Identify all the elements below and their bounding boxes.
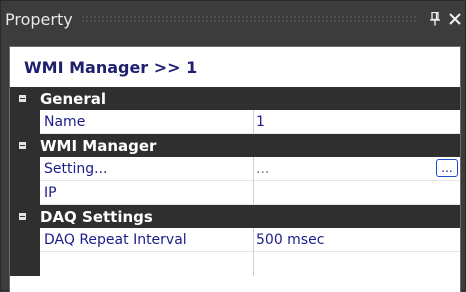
property-value[interactable]: 1 bbox=[254, 110, 460, 134]
property-row-setting[interactable]: Setting... ... ... bbox=[10, 157, 460, 181]
empty-cell bbox=[40, 252, 254, 276]
property-name: Setting... bbox=[40, 157, 254, 181]
property-grid-container: WMI Manager >> 1 General Name 1 WMI Mana… bbox=[9, 46, 461, 292]
property-value[interactable]: 500 msec bbox=[254, 228, 460, 252]
empty-cell bbox=[254, 252, 460, 276]
ellipsis-button[interactable]: ... bbox=[436, 159, 458, 177]
panel-title: Property bbox=[5, 9, 73, 29]
property-row-ip[interactable]: IP bbox=[10, 181, 460, 205]
titlebar-grip bbox=[80, 15, 417, 23]
row-gutter bbox=[10, 110, 40, 134]
row-gutter bbox=[10, 252, 40, 276]
selected-object-header: WMI Manager >> 1 bbox=[10, 47, 460, 88]
property-name: Name bbox=[40, 110, 254, 134]
property-grid: General Name 1 WMI Manager Setting... ..… bbox=[10, 87, 460, 276]
property-row-name[interactable]: Name 1 bbox=[10, 110, 460, 134]
collapse-icon[interactable] bbox=[10, 205, 34, 228]
property-value-text: ... bbox=[256, 160, 270, 177]
category-daq-settings[interactable]: DAQ Settings bbox=[10, 205, 460, 228]
panel-titlebar[interactable]: Property bbox=[1, 1, 466, 37]
category-label: DAQ Settings bbox=[40, 207, 153, 226]
property-name: DAQ Repeat Interval bbox=[40, 228, 254, 252]
row-gutter bbox=[10, 157, 40, 181]
row-gutter bbox=[10, 228, 40, 252]
property-name: IP bbox=[40, 181, 254, 205]
property-row-daq-repeat-interval[interactable]: DAQ Repeat Interval 500 msec bbox=[10, 228, 460, 252]
collapse-icon[interactable] bbox=[10, 134, 34, 157]
category-wmi-manager[interactable]: WMI Manager bbox=[10, 134, 460, 157]
category-label: WMI Manager bbox=[40, 136, 157, 155]
category-label: General bbox=[40, 89, 106, 108]
category-general[interactable]: General bbox=[10, 87, 460, 110]
property-panel: Property WMI Manager >> 1 General Name 1… bbox=[0, 0, 466, 292]
property-value[interactable] bbox=[254, 181, 460, 205]
collapse-icon[interactable] bbox=[10, 87, 34, 110]
pin-icon[interactable] bbox=[427, 11, 443, 27]
property-value[interactable]: ... ... bbox=[254, 157, 460, 181]
empty-row bbox=[10, 252, 460, 276]
row-gutter bbox=[10, 181, 40, 205]
close-icon[interactable] bbox=[447, 11, 463, 27]
